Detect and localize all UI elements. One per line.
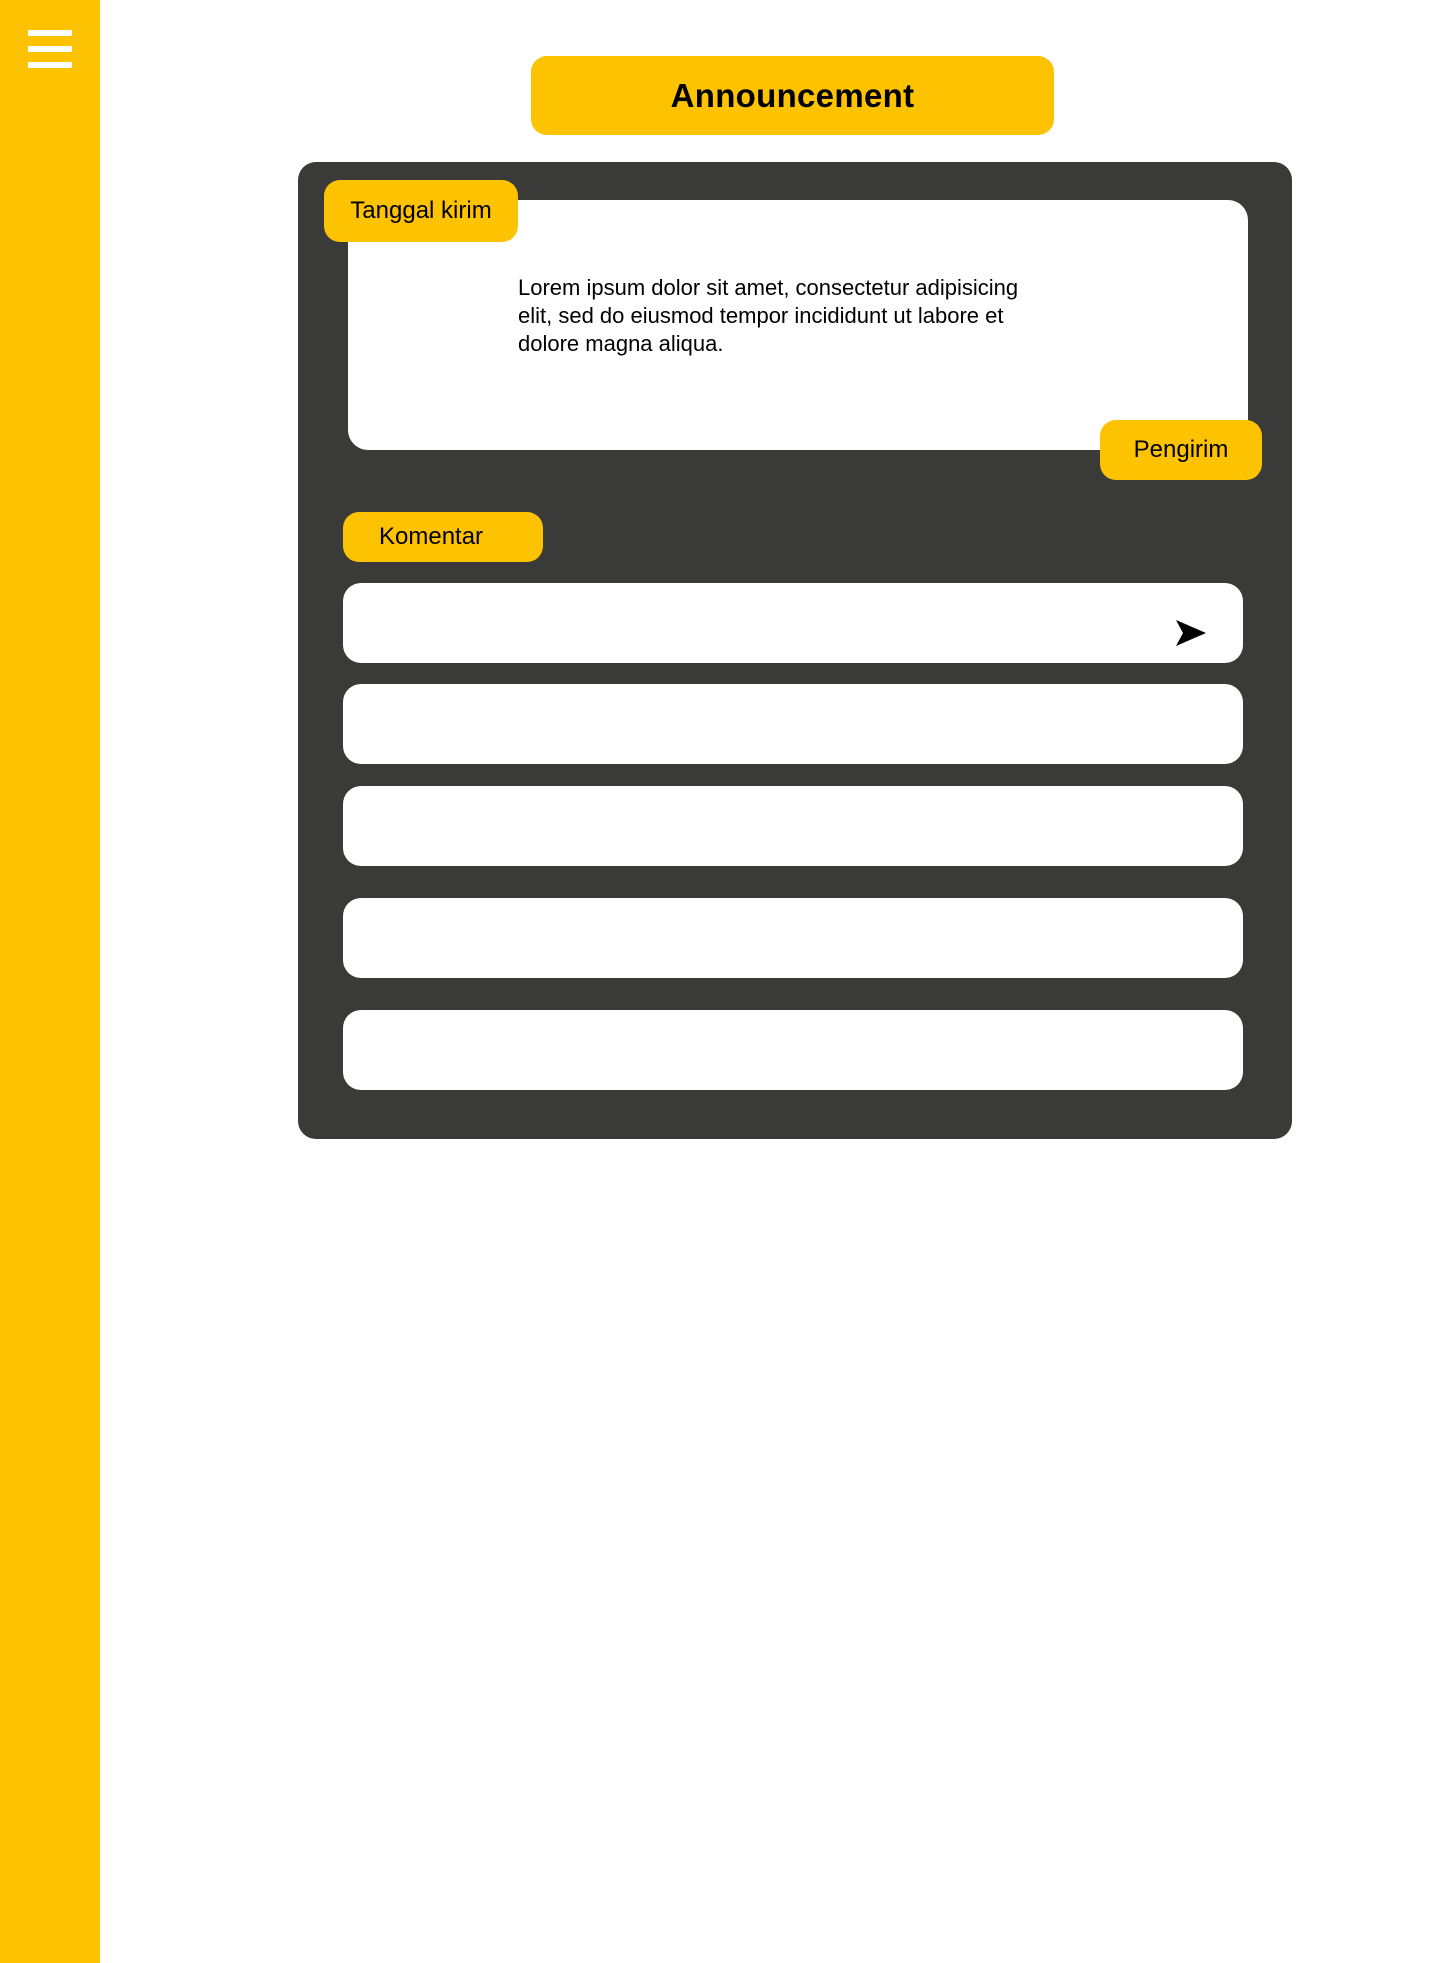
page-title: Announcement (531, 56, 1054, 135)
comments-label: Komentar (343, 512, 543, 562)
hamburger-menu-icon[interactable] (28, 30, 72, 70)
comment-input[interactable] (367, 583, 1151, 665)
menu-line (28, 46, 72, 52)
sender-label: Pengirim (1100, 420, 1262, 480)
comment-item (343, 1010, 1243, 1090)
send-icon-graphic (1176, 620, 1206, 646)
sidebar (0, 0, 100, 1963)
comment-input-box (343, 583, 1243, 665)
announcement-message: Lorem ipsum dolor sit amet, consectetur … (518, 275, 1019, 356)
comment-item (343, 898, 1243, 978)
send-icon[interactable] (1175, 619, 1207, 647)
comment-item (343, 786, 1243, 866)
menu-line (28, 30, 72, 36)
date-sent-label: Tanggal kirim (324, 180, 518, 242)
comment-item (343, 684, 1243, 764)
menu-line (28, 62, 72, 68)
